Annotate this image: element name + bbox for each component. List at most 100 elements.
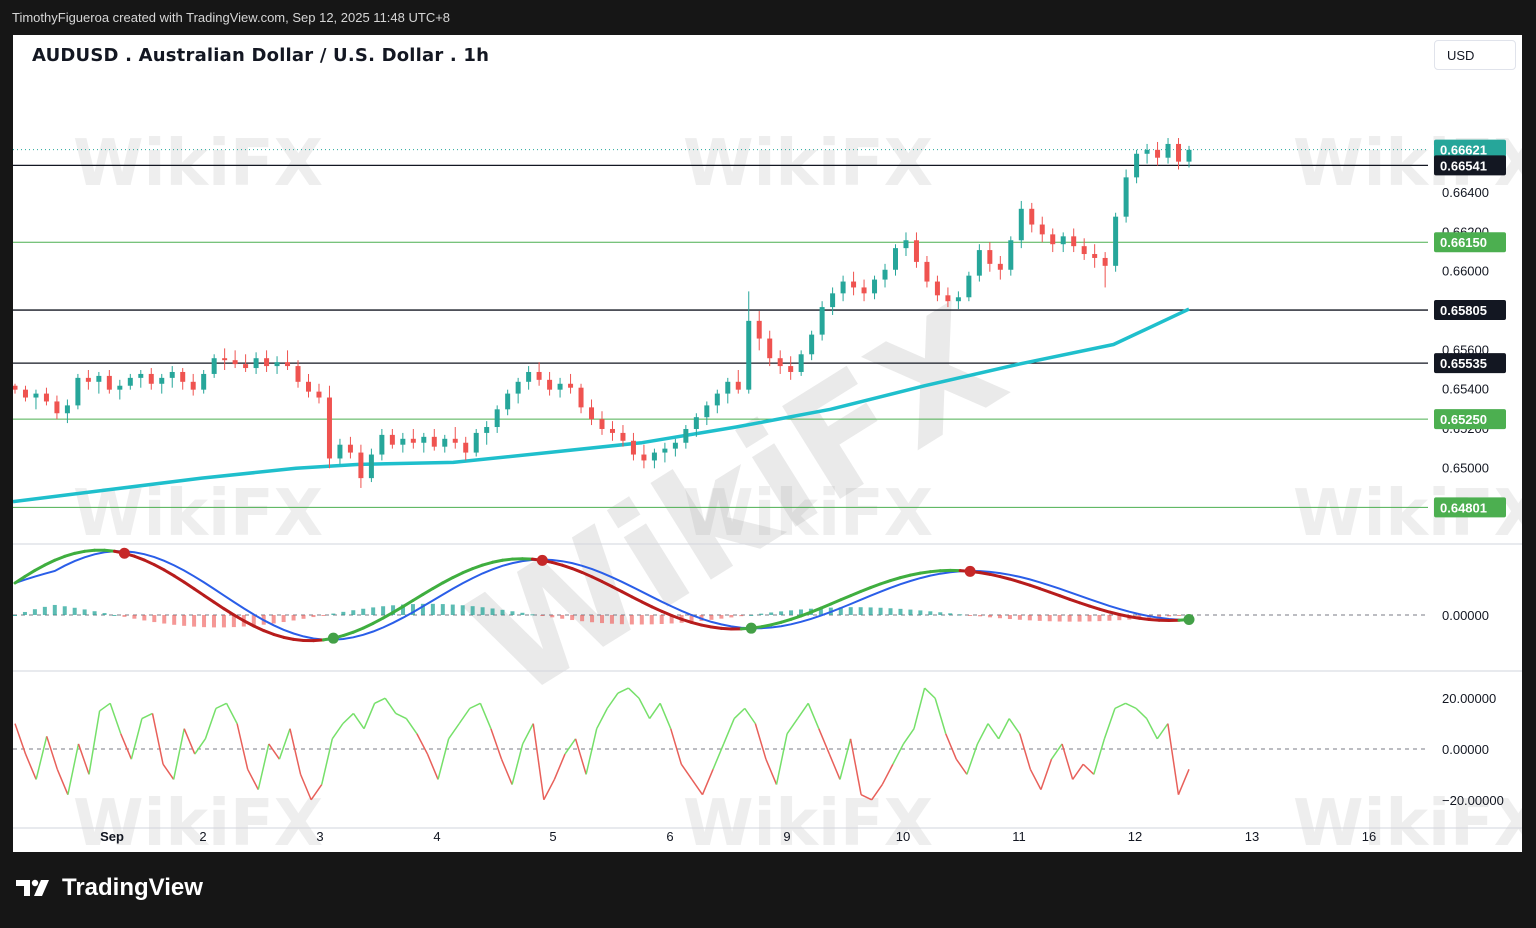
candle-body bbox=[379, 434, 385, 455]
candle bbox=[1008, 236, 1014, 276]
momentum-segment bbox=[807, 703, 820, 729]
macd-histogram-bar bbox=[540, 615, 545, 616]
macd-line-segment bbox=[769, 620, 783, 627]
momentum-segment bbox=[924, 687, 936, 699]
candle bbox=[358, 444, 364, 488]
macd-line-segment bbox=[162, 568, 176, 578]
candle bbox=[117, 379, 123, 400]
momentum-segment bbox=[722, 718, 735, 745]
momentum-segment bbox=[448, 723, 460, 740]
candle bbox=[410, 428, 416, 449]
candle-body bbox=[169, 371, 175, 378]
macd-histogram-bar bbox=[82, 609, 87, 615]
momentum-segment bbox=[997, 718, 1010, 740]
currency-selector[interactable]: USD bbox=[1434, 40, 1516, 70]
candle bbox=[997, 255, 1003, 280]
macd-histogram-bar bbox=[172, 615, 177, 625]
macd-line-segment bbox=[829, 598, 843, 606]
momentum-segment bbox=[1029, 768, 1042, 790]
price-label-text: 0.66541 bbox=[1440, 158, 1487, 173]
candle-body bbox=[934, 281, 940, 296]
macd-histogram-bar bbox=[968, 615, 973, 616]
candle-body bbox=[872, 279, 878, 294]
macd-histogram-bar bbox=[162, 615, 167, 624]
macd-histogram-bar bbox=[868, 607, 873, 615]
candle-body bbox=[704, 405, 710, 418]
momentum-segment bbox=[331, 723, 344, 740]
momentum-segment bbox=[511, 743, 524, 785]
candle-body bbox=[1008, 240, 1014, 270]
candle bbox=[1081, 238, 1087, 260]
candle bbox=[22, 385, 28, 402]
macd-histogram-bar bbox=[988, 615, 993, 618]
chart-canvas[interactable]: WikiFX WikiFX WikiFXWikiFX WikiFX WikiFXWiki… bbox=[13, 35, 1522, 852]
candle bbox=[1018, 200, 1024, 249]
price-tick-label: 0.66400 bbox=[1442, 185, 1489, 200]
candle-body bbox=[767, 338, 773, 359]
candle bbox=[1071, 228, 1077, 253]
macd-line-segment bbox=[351, 626, 365, 634]
macd-line-segment bbox=[699, 623, 713, 629]
momentum-segment bbox=[1125, 702, 1137, 710]
time-tick-label: 2 bbox=[199, 829, 206, 844]
candle-body bbox=[442, 438, 448, 447]
momentum-segment bbox=[522, 723, 534, 745]
macd-line-segment bbox=[1107, 610, 1121, 617]
momentum-tick-label: 0.00000 bbox=[1442, 742, 1489, 757]
candle bbox=[285, 350, 291, 371]
momentum-segment bbox=[395, 712, 407, 720]
candle-body bbox=[1081, 246, 1087, 255]
candle bbox=[452, 427, 458, 449]
macd-line-segment bbox=[262, 629, 276, 636]
momentum-segment bbox=[268, 743, 281, 760]
candle bbox=[515, 377, 521, 404]
macd-histogram-bar bbox=[142, 615, 147, 621]
momentum-segment bbox=[839, 738, 852, 780]
momentum-segment bbox=[320, 738, 334, 785]
momentum-segment bbox=[1114, 702, 1126, 710]
momentum-segment bbox=[733, 707, 746, 720]
macd-histogram-bar bbox=[202, 615, 207, 628]
candle-body bbox=[1155, 149, 1161, 158]
candle-body bbox=[599, 419, 605, 429]
macd-line-segment bbox=[1117, 613, 1131, 619]
tradingview-logo[interactable]: TradingView bbox=[14, 874, 203, 902]
macd-histogram-bar bbox=[440, 604, 445, 615]
macd-line-segment bbox=[1068, 597, 1082, 605]
macd-histogram-bar bbox=[978, 615, 983, 617]
candle-body bbox=[494, 409, 500, 428]
chart-frame[interactable]: WikiFX WikiFX WikiFX WikiFX WikiFX WikiFX Wiki… bbox=[13, 35, 1522, 852]
macd-line-segment bbox=[73, 549, 87, 555]
candle-body bbox=[484, 427, 490, 433]
candle bbox=[316, 383, 322, 404]
momentum-segment bbox=[775, 733, 788, 785]
chart-title: AUDUSD . Australian Dollar / U.S. Dollar… bbox=[32, 45, 490, 66]
candle bbox=[484, 421, 490, 445]
candle-body bbox=[316, 391, 322, 398]
macd-bearish-cross-marker bbox=[964, 565, 976, 577]
candle-body bbox=[547, 379, 553, 390]
macd-line-segment bbox=[819, 602, 833, 610]
candle bbox=[1165, 138, 1171, 164]
momentum-segment bbox=[574, 738, 587, 775]
candle-body bbox=[830, 293, 836, 308]
momentum-segment bbox=[374, 697, 386, 704]
macd-histogram-bar bbox=[888, 608, 893, 615]
candle-body bbox=[672, 442, 678, 449]
candle bbox=[148, 368, 154, 390]
level-price-label: 0.65805 bbox=[1434, 300, 1506, 321]
price-label-text: 0.65250 bbox=[1440, 412, 1487, 427]
candle-body bbox=[1113, 216, 1119, 266]
candle-body bbox=[777, 358, 783, 367]
candle bbox=[473, 428, 479, 457]
candle bbox=[389, 428, 395, 449]
candle bbox=[295, 360, 301, 388]
momentum-segment bbox=[1019, 733, 1032, 770]
candle-body bbox=[893, 248, 898, 270]
macd-line-segment bbox=[421, 587, 435, 596]
momentum-segment bbox=[56, 769, 69, 795]
candle-body bbox=[756, 320, 762, 339]
momentum-segment bbox=[99, 702, 111, 712]
macd-line-segment bbox=[371, 616, 385, 625]
candle bbox=[599, 411, 605, 435]
